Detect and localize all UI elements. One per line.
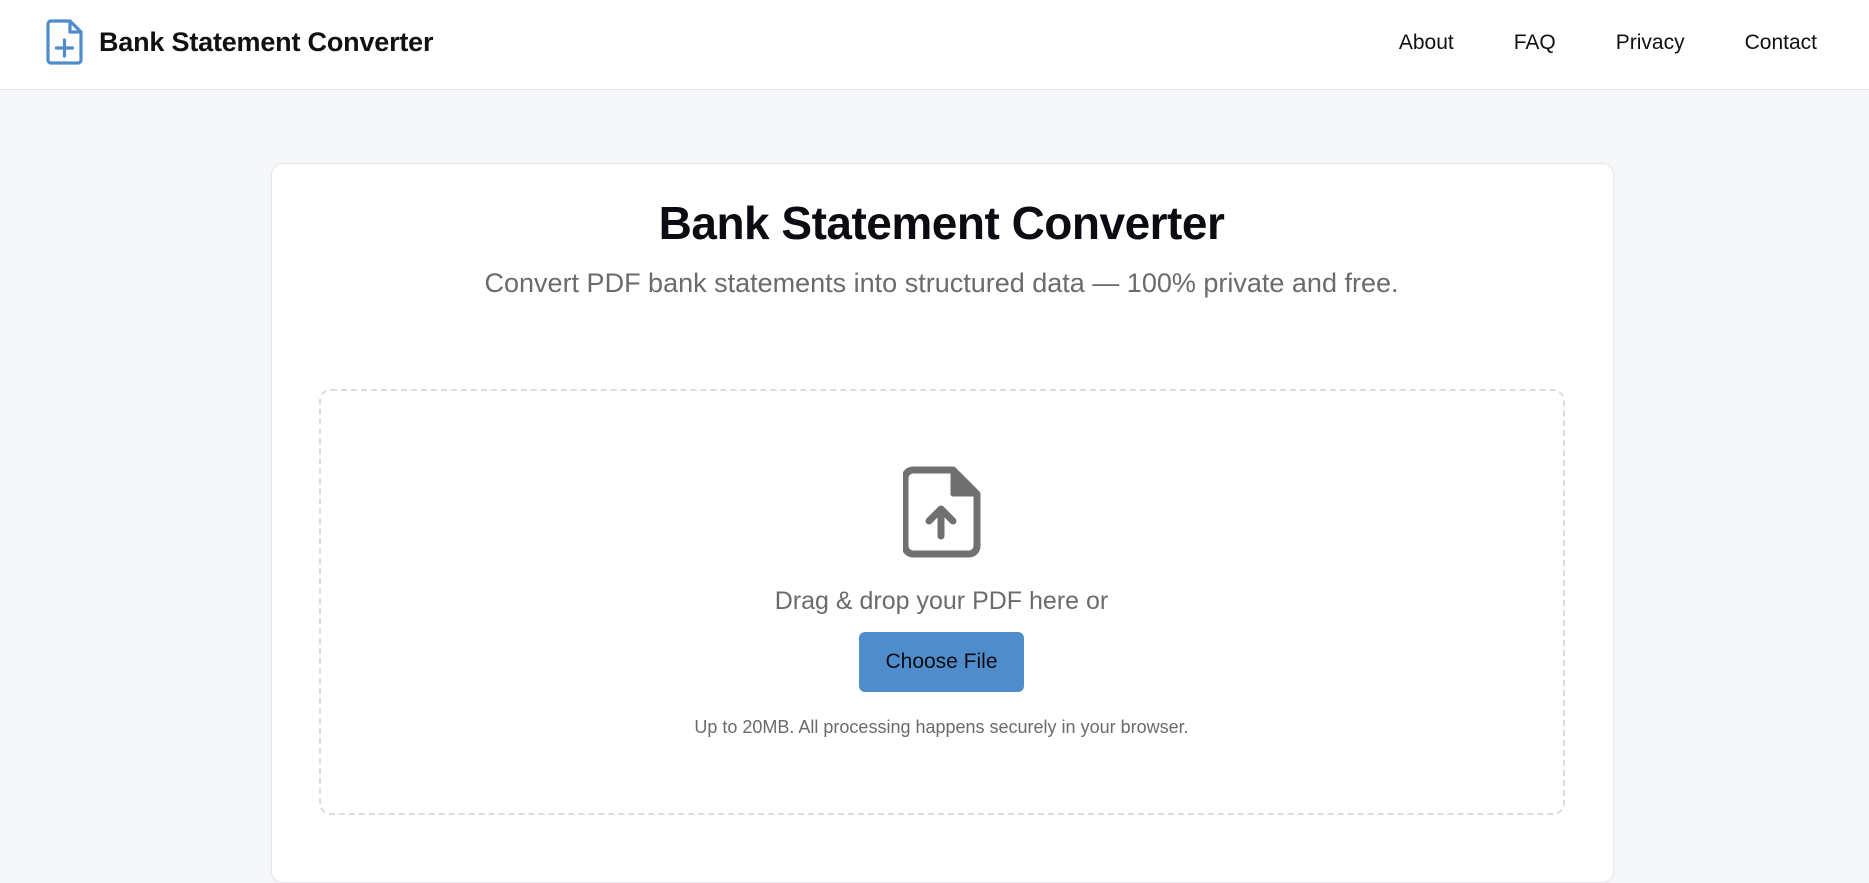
document-plus-icon (46, 19, 83, 65)
nav-link-about[interactable]: About (1399, 31, 1454, 55)
page-title: Bank Statement Converter (658, 197, 1225, 249)
brand-title: Bank Statement Converter (99, 26, 434, 57)
upload-note: Up to 20MB. All processing happens secur… (694, 717, 1189, 737)
nav-link-contact[interactable]: Contact (1745, 31, 1817, 55)
page-subtitle: Convert PDF bank statements into structu… (484, 268, 1399, 298)
site-header: Bank Statement Converter About FAQ Priva… (0, 0, 1869, 90)
file-upload-icon (903, 466, 981, 558)
nav-link-faq[interactable]: FAQ (1514, 31, 1556, 55)
drop-instruction: Drag & drop your PDF here or (774, 587, 1109, 615)
choose-file-button[interactable]: Choose File (859, 632, 1024, 692)
brand[interactable]: Bank Statement Converter (45, 18, 433, 66)
main-nav: About FAQ Privacy Contact (1399, 27, 1817, 59)
nav-link-privacy[interactable]: Privacy (1616, 31, 1685, 55)
